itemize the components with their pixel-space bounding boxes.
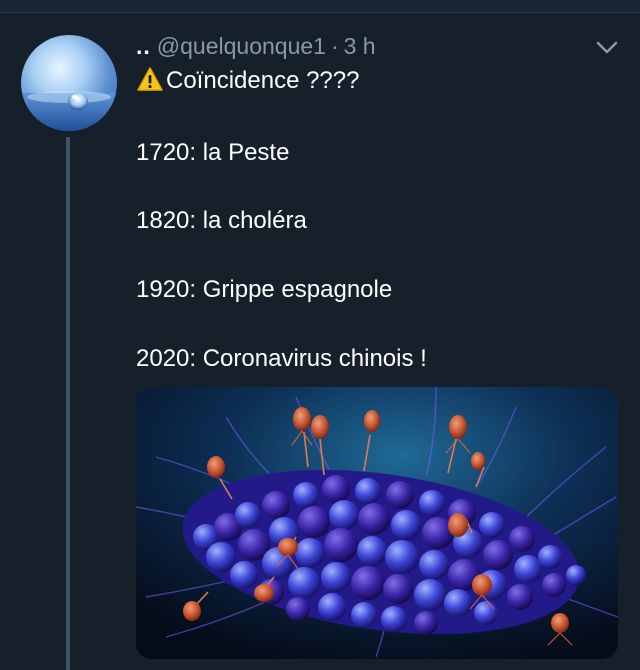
tweet-title-text: Coïncidence ????	[166, 67, 360, 94]
virus-illustration	[136, 387, 618, 659]
thread-line	[66, 137, 70, 670]
tweet-line-1920: 1920: Grippe espagnole	[136, 276, 393, 303]
tweet-header: .. @quelquonque1 · 3 h	[136, 33, 376, 60]
chevron-down-icon[interactable]	[594, 36, 620, 58]
avatar-image	[21, 91, 117, 131]
avatar[interactable]	[21, 35, 117, 131]
tweet-media-image[interactable]	[136, 387, 618, 659]
leading-dots: ..	[136, 33, 151, 59]
tweet-title-line: Coïncidence ????	[136, 66, 359, 95]
timestamp[interactable]: 3 h	[344, 33, 376, 59]
tweet-line-2020: 2020: Coronavirus chinois !	[136, 345, 427, 372]
warning-icon	[137, 67, 163, 91]
top-divider	[0, 0, 640, 13]
separator: ·	[330, 33, 339, 59]
tweet-line-1720: 1720: la Peste	[136, 139, 290, 166]
tweet-line-1820: 1820: la choléra	[136, 207, 307, 234]
user-handle[interactable]: @quelquonque1	[157, 33, 326, 59]
